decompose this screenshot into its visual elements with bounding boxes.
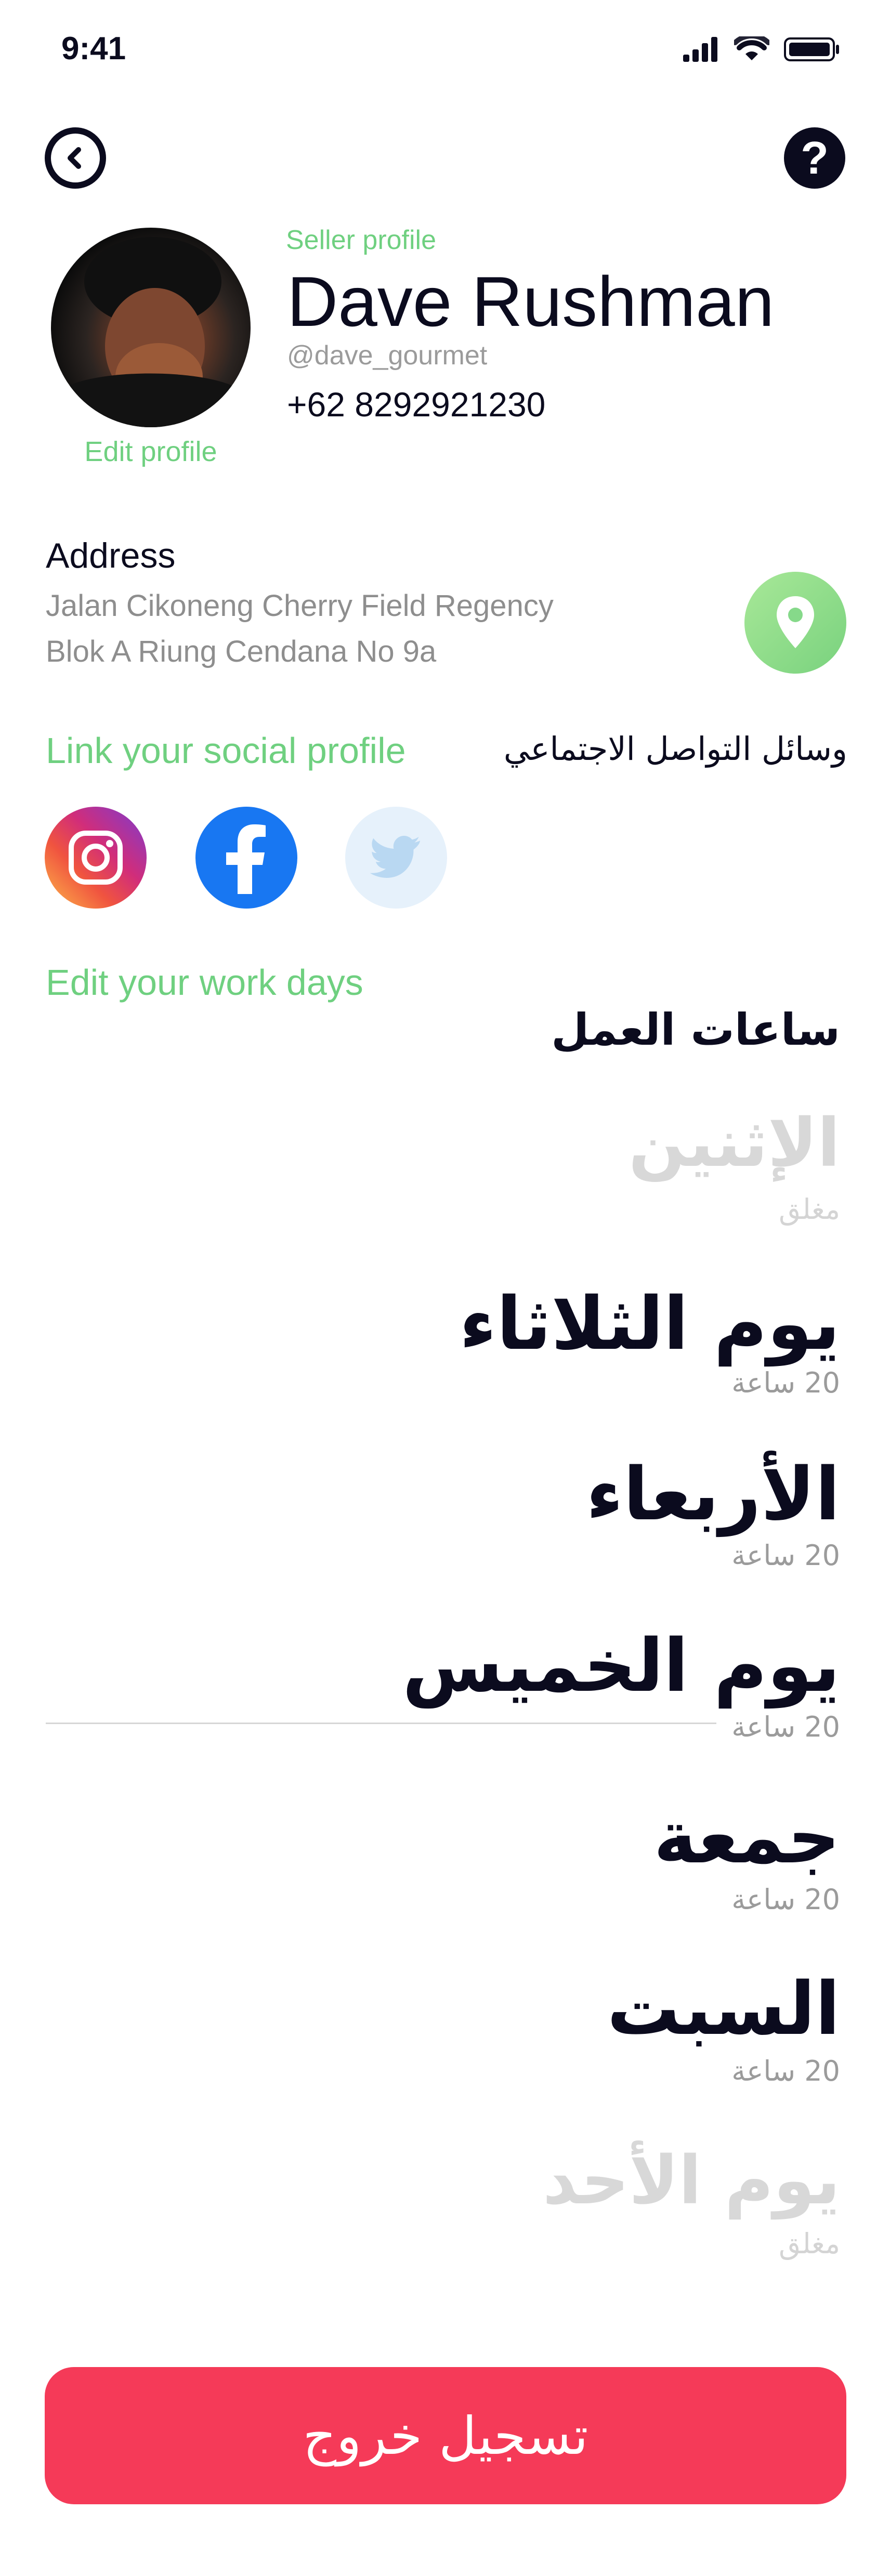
- day-hours-sunday: مغلق: [779, 2227, 840, 2260]
- address-line-2: Blok A Riung Cendana No 9a: [46, 635, 437, 668]
- facebook-icon: [226, 824, 266, 894]
- profile-name: Dave Rushman: [287, 262, 775, 341]
- day-name-friday[interactable]: جمعة: [653, 1802, 840, 1874]
- day-hours-saturday: 20 ساعة: [731, 2055, 840, 2087]
- seller-profile-label: Seller profile: [286, 225, 437, 255]
- day-name-tuesday[interactable]: يوم الثلاثاء: [460, 1288, 840, 1361]
- twitter-icon: [370, 836, 421, 878]
- avatar-photo: [51, 237, 251, 427]
- back-chevron-icon: [68, 147, 81, 169]
- day-name-saturday[interactable]: السبت: [607, 1973, 840, 2046]
- instagram-button[interactable]: [45, 807, 147, 909]
- profile-handle: @dave_gourmet: [287, 340, 488, 371]
- selection-divider: [46, 1723, 716, 1724]
- social-media-label: وسائل التواصل الاجتماعي: [503, 730, 847, 768]
- back-button[interactable]: [45, 127, 106, 189]
- avatar[interactable]: [51, 228, 251, 427]
- battery-icon: [784, 37, 839, 61]
- facebook-button[interactable]: [195, 807, 297, 909]
- day-name-thursday[interactable]: يوم الخميس: [402, 1630, 840, 1703]
- day-name-sunday[interactable]: يوم الأحد: [543, 2148, 840, 2214]
- status-time: 9:41: [61, 31, 126, 67]
- day-name-monday[interactable]: الإثنين: [629, 1110, 840, 1177]
- logout-label: تسجيل خروج: [303, 2405, 588, 2466]
- status-icons: [683, 36, 840, 62]
- help-icon: ?: [801, 132, 829, 183]
- day-hours-wednesday: 20 ساعة: [731, 1539, 840, 1572]
- address-label: Address: [46, 536, 176, 575]
- location-button[interactable]: [744, 572, 846, 674]
- edit-profile-link[interactable]: Edit profile: [51, 436, 251, 468]
- instagram-icon: [69, 831, 123, 885]
- edit-work-days-link[interactable]: Edit your work days: [46, 962, 363, 1003]
- working-hours-title: ساعات العمل: [551, 1004, 840, 1055]
- location-pin-icon: [777, 596, 814, 648]
- logout-button[interactable]: تسجيل خروج: [45, 2367, 846, 2504]
- day-hours-monday: مغلق: [779, 1193, 840, 1226]
- day-name-wednesday[interactable]: الأربعاء: [586, 1458, 840, 1531]
- address-line-1: Jalan Cikoneng Cherry Field Regency: [46, 589, 554, 623]
- day-hours-tuesday: 20 ساعة: [731, 1366, 840, 1399]
- day-hours-friday: 20 ساعة: [731, 1883, 840, 1916]
- help-button[interactable]: ?: [784, 127, 845, 189]
- link-social-profile[interactable]: Link your social profile: [46, 730, 406, 771]
- wifi-icon: [734, 36, 769, 60]
- day-hours-thursday: 20 ساعة: [731, 1711, 840, 1743]
- twitter-button[interactable]: [345, 807, 447, 909]
- signal-icon: [683, 37, 717, 62]
- profile-phone: +62 8292921230: [287, 385, 546, 424]
